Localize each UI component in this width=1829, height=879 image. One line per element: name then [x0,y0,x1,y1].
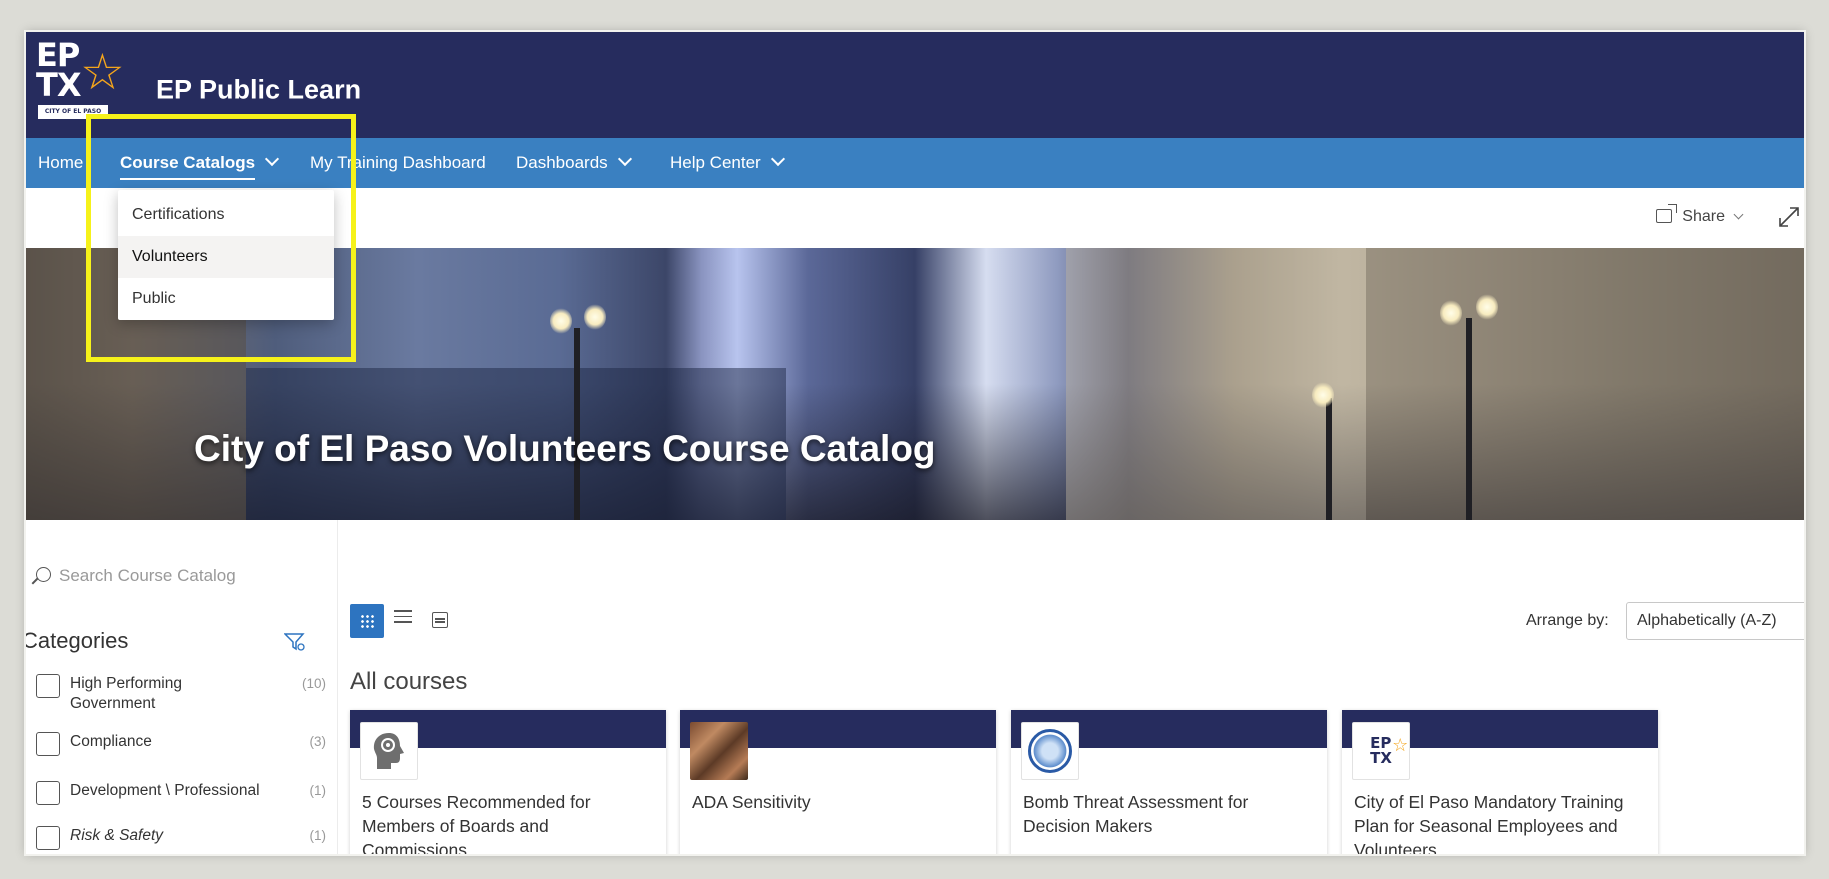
course-title[interactable]: City of El Paso Mandatory Training Plan … [1354,790,1644,854]
nav-dashboards[interactable]: Dashboards [516,138,632,188]
search-input[interactable]: Search Course Catalog [36,566,236,586]
arrange-by-select[interactable]: Alphabetically (A-Z) [1626,602,1804,640]
dropdown-item-volunteers[interactable]: Volunteers [118,236,334,278]
nav-course-catalogs[interactable]: Course Catalogs [120,138,280,188]
category-count: (3) [309,734,327,749]
nav-dashboards-label: Dashboards [516,153,608,172]
chevron-down-icon [265,151,280,167]
dropdown-item-public[interactable]: Public [118,278,334,320]
head-gear-icon [373,733,404,769]
course-title[interactable]: Bomb Threat Assessment for Decision Make… [1023,790,1313,838]
city-seal-icon [1028,729,1072,773]
nav-home[interactable]: Home [38,138,83,188]
share-icon [1656,204,1678,223]
course-thumbnail [1021,722,1079,780]
category-checkbox[interactable] [36,674,60,698]
share-button[interactable]: Share [1656,204,1744,226]
course-thumbnail [360,722,418,780]
eptx-logo-icon: EP TX ☆ [1370,734,1409,767]
category-filter-item[interactable]: Risk & Safety (1) [36,826,326,852]
arrange-by-label: Arrange by: [1526,612,1609,629]
site-title[interactable]: EP Public Learn [156,75,361,106]
course-title[interactable]: 5 Courses Recommended for Members of Boa… [362,790,652,854]
chevron-down-icon [617,151,632,167]
categories-heading: Categories [26,628,129,653]
course-title[interactable]: ADA Sensitivity [692,790,982,814]
expand-icon[interactable] [1778,206,1800,228]
grid-view-button[interactable] [350,604,384,638]
course-card[interactable]: ADA Sensitivity [680,710,996,854]
filter-icon[interactable] [284,632,306,652]
list-view-button[interactable] [394,610,412,626]
category-label: Development \ Professional [70,782,260,799]
category-checkbox[interactable] [36,732,60,756]
browser-frame: EP TX ☆ CITY OF EL PASO EP Public Learn … [26,32,1804,854]
category-filter-item[interactable]: Development \ Professional (1) [36,781,326,807]
course-card[interactable]: 5 Courses Recommended for Members of Boa… [350,710,666,854]
chevron-down-icon [770,151,785,167]
search-icon [36,567,51,582]
compact-view-button[interactable] [432,612,448,628]
eptx-logo[interactable]: EP TX ☆ CITY OF EL PASO [36,39,125,119]
category-label: Risk & Safety [70,827,164,844]
course-card[interactable]: EP TX ☆ City of El Paso Mandatory Training… [1342,710,1658,854]
logo-tagline: CITY OF EL PASO [38,105,108,119]
all-courses-heading: All courses [350,668,468,695]
category-count: (1) [309,828,327,843]
nav-home-label: Home [38,153,84,172]
course-catalogs-dropdown: Certifications Volunteers Public [118,190,334,320]
category-count: (1) [309,783,327,798]
category-checkbox[interactable] [36,826,60,850]
hero-title: City of El Paso Volunteers Course Catalo… [194,428,936,469]
search-placeholder: Search Course Catalog [59,566,236,585]
category-label: Compliance [70,733,152,750]
nav-course-catalogs-label: Course Catalogs [120,153,256,180]
chevron-down-icon [1733,209,1744,220]
filter-sidebar: Search Course Catalog Categories High Pe… [26,520,338,854]
hands-photo [690,722,748,780]
share-label: Share [1682,208,1725,225]
category-checkbox[interactable] [36,781,60,805]
site-header: EP TX ☆ CITY OF EL PASO EP Public Learn [26,32,1804,138]
top-navigation: Home Course Catalogs My Training Dashboa… [26,138,1804,188]
logo-line-2: TX [36,66,81,104]
nav-my-training-dashboard[interactable]: My Training Dashboard [310,138,486,188]
category-filter-item[interactable]: High Performing Government (10) [36,674,326,718]
category-label: High Performing Government [70,675,182,712]
dropdown-item-certifications[interactable]: Certifications [118,194,334,236]
nav-help-center[interactable]: Help Center [670,138,785,188]
category-count: (10) [301,676,326,691]
course-card[interactable]: Bomb Threat Assessment for Decision Make… [1011,710,1327,854]
course-thumbnail [690,722,748,780]
category-filter-item[interactable]: Compliance (3) [36,732,326,758]
nav-my-training-dashboard-label: My Training Dashboard [310,153,486,172]
nav-help-center-label: Help Center [670,153,761,172]
star-icon: ☆ [80,43,125,101]
course-thumbnail: EP TX ☆ [1352,722,1410,780]
grid-icon [360,614,374,628]
